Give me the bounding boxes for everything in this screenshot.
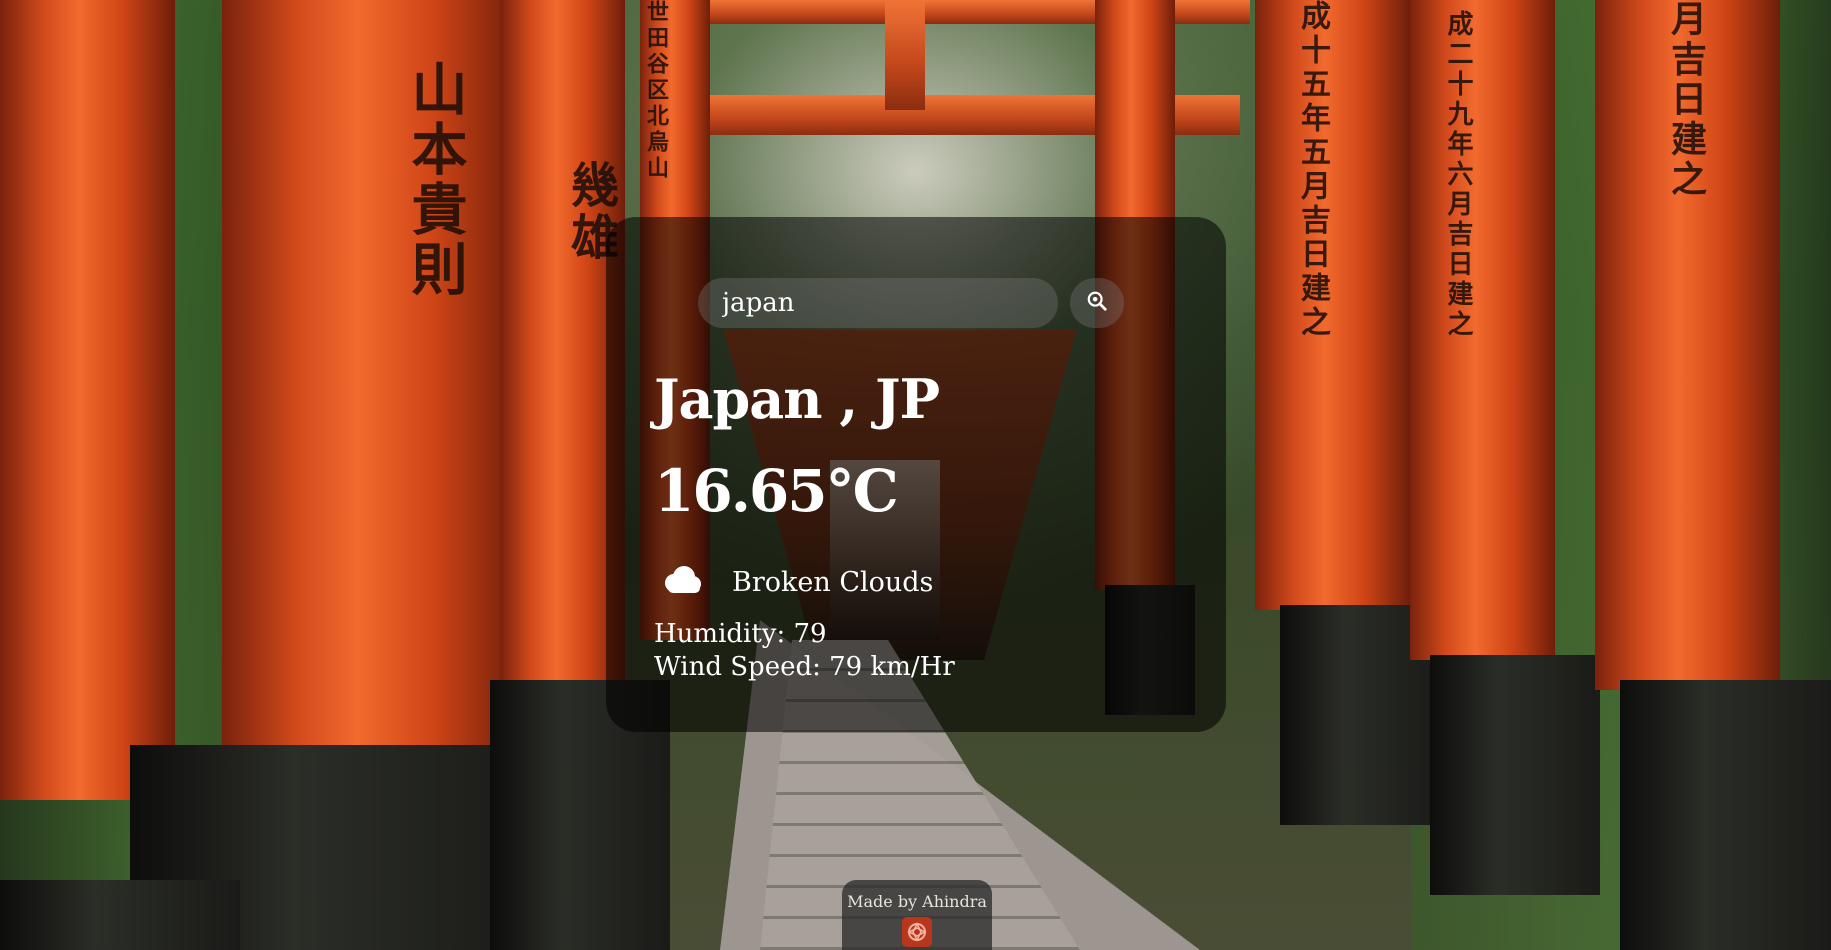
pillar-inscription: 成二十九年六月吉日建之 — [1443, 10, 1473, 340]
cloud-icon — [660, 565, 704, 599]
search-input[interactable] — [698, 278, 1058, 328]
footer-credit: Made by Ahindra — [842, 880, 992, 950]
torii-pillar — [0, 0, 175, 800]
pillar-base — [1430, 655, 1600, 895]
pillar-base — [0, 880, 240, 950]
torii-pillar — [1410, 0, 1555, 660]
condition-row: Broken Clouds — [660, 565, 933, 599]
pillar-inscription: 山本貴則 — [402, 60, 468, 300]
humidity: Humidity: 79 — [654, 619, 827, 649]
pillar-inscription: 月吉日建之 — [1665, 0, 1707, 200]
condition-text: Broken Clouds — [732, 566, 934, 598]
location-title: Japan , JP — [654, 367, 940, 431]
logo-icon[interactable] — [902, 917, 932, 947]
torii-pillar — [222, 0, 522, 750]
pillar-inscription: 世田谷区北烏山 — [643, 0, 669, 182]
pillar-base — [1620, 680, 1831, 950]
search-bar — [698, 278, 1124, 328]
search-icon — [1086, 290, 1108, 316]
credit-text: Made by Ahindra — [847, 892, 987, 911]
search-button[interactable] — [1070, 278, 1124, 328]
pillar-inscription: 成十五年五月吉日建之 — [1295, 0, 1330, 340]
temperature: 16.65°C — [654, 457, 899, 525]
wind-speed: Wind Speed: 79 km/Hr — [654, 652, 955, 682]
torii-post-center — [885, 0, 925, 110]
weather-card: Japan , JP 16.65°C Broken Clouds Humidit… — [606, 217, 1226, 732]
